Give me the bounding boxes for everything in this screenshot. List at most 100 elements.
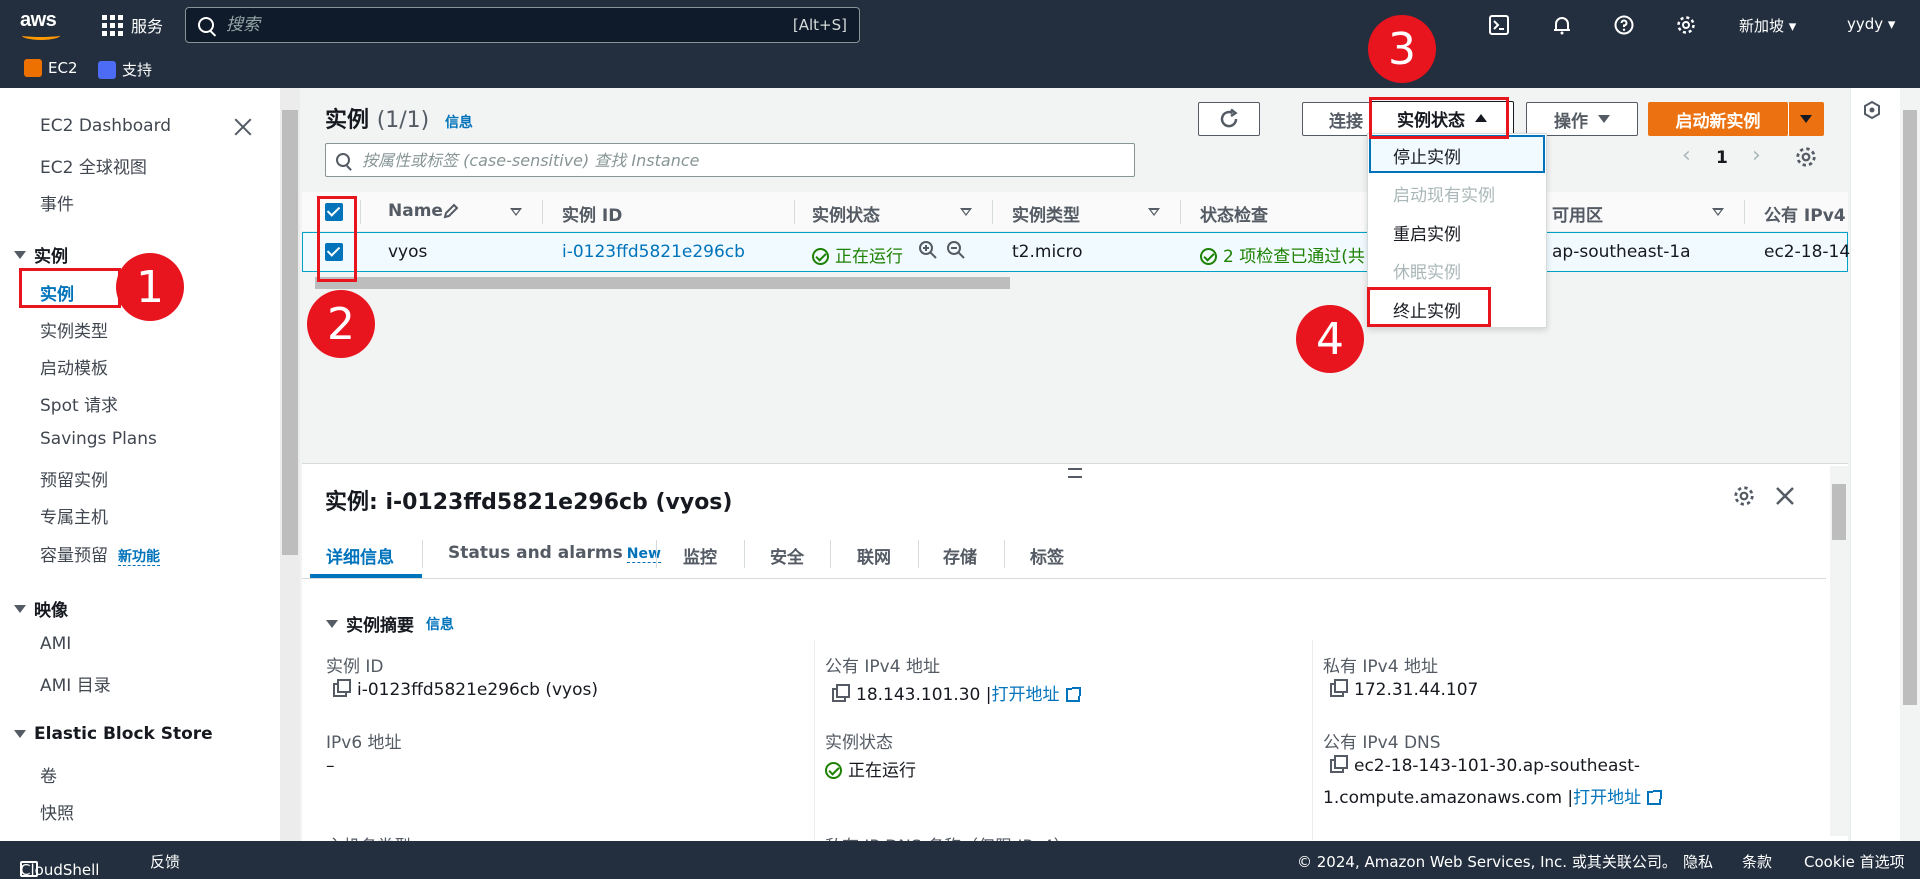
drag-handle-icon[interactable] <box>1068 468 1082 478</box>
sidebar-item-reserved-instances[interactable]: 预留实例 <box>40 466 108 491</box>
tab-details[interactable]: 详细信息 <box>326 543 394 568</box>
tab-divider <box>302 578 1826 579</box>
column-header-az[interactable]: 可用区 <box>1552 201 1603 226</box>
favorites-bar: EC2 支持 <box>0 50 1920 88</box>
next-page-icon[interactable]: › <box>1752 143 1761 168</box>
favorite-ec2[interactable]: EC2 <box>24 59 78 77</box>
sidebar-item-spot-requests[interactable]: Spot 请求 <box>40 391 118 416</box>
launch-dropdown-button[interactable] <box>1788 102 1824 136</box>
menu-item-stop-label[interactable]: 停止实例 <box>1393 143 1461 168</box>
sort-icon[interactable] <box>960 208 972 216</box>
zoom-out-icon[interactable] <box>946 240 966 265</box>
detail-settings-icon[interactable] <box>1733 485 1755 512</box>
open-address-link[interactable]: 打开地址 <box>992 685 1060 705</box>
edit-icon <box>442 202 460 225</box>
favorite-support[interactable]: 支持 <box>98 59 152 80</box>
page-number[interactable]: 1 <box>1716 148 1728 168</box>
privacy-link[interactable]: 隐私 <box>1683 851 1713 872</box>
column-header-state[interactable]: 实例状态 <box>812 201 880 226</box>
global-search[interactable]: [Alt+S] <box>185 7 860 43</box>
services-menu[interactable]: 服务 <box>102 13 163 37</box>
annotation-step-3: 3 <box>1368 15 1436 83</box>
table-settings-icon[interactable] <box>1795 146 1817 173</box>
sidebar-item-capacity[interactable]: 容量预留 新功能 <box>40 541 160 566</box>
tab-monitoring[interactable]: 监控 <box>683 543 717 568</box>
filter-input[interactable] <box>362 150 1124 170</box>
sidebar-item-launch-templates[interactable]: 启动模板 <box>40 354 108 379</box>
actions-button[interactable]: 操作 <box>1526 102 1638 136</box>
menu-item-reboot[interactable]: 重启实例 <box>1393 220 1461 245</box>
user-menu[interactable]: yydy ▾ <box>1847 15 1895 33</box>
info-link[interactable]: 信息 <box>426 614 454 634</box>
column-header-instance-id[interactable]: 实例 ID <box>562 201 622 226</box>
prev-page-icon[interactable]: ‹ <box>1682 143 1691 168</box>
close-icon[interactable] <box>232 116 254 138</box>
sidebar-item-global-view[interactable]: EC2 全球视图 <box>40 153 147 178</box>
caret-down-icon <box>326 619 338 628</box>
table-scrollbar-thumb[interactable] <box>315 277 1010 289</box>
bell-icon[interactable] <box>1551 14 1573 36</box>
sidebar-item-savings-plans[interactable]: Savings Plans <box>40 429 157 449</box>
column-header-type[interactable]: 实例类型 <box>1012 201 1080 226</box>
cloud-icon[interactable] <box>1862 100 1882 125</box>
sidebar-section-instances[interactable]: 实例 <box>14 242 68 267</box>
public-ip-label: 公有 IPv4 地址 <box>825 657 940 677</box>
page-scrollbar-thumb[interactable] <box>1903 110 1917 705</box>
gear-icon[interactable] <box>1675 14 1697 36</box>
zoom-in-icon[interactable] <box>918 240 938 265</box>
sort-icon[interactable] <box>1148 208 1160 216</box>
sidebar-item-events[interactable]: 事件 <box>40 190 74 215</box>
sidebar-section-images[interactable]: 映像 <box>14 596 68 621</box>
refresh-button[interactable] <box>1198 102 1260 136</box>
search-icon <box>198 17 214 33</box>
caret-down-icon <box>1800 115 1812 123</box>
cookie-preferences-link[interactable]: Cookie 首选项 <box>1804 851 1905 872</box>
column-header-status-check[interactable]: 状态检查 <box>1200 201 1268 226</box>
sidebar-item-dedicated-hosts[interactable]: 专属主机 <box>40 503 108 528</box>
tab-tags[interactable]: 标签 <box>1030 543 1064 568</box>
sort-icon[interactable] <box>1712 208 1724 216</box>
external-link-icon[interactable] <box>1065 687 1081 702</box>
sidebar-item-dashboard[interactable]: EC2 Dashboard <box>40 116 171 136</box>
search-input[interactable] <box>226 15 793 35</box>
hostname-type-label: 主机名类型 <box>326 832 411 841</box>
copy-icon[interactable] <box>1330 679 1348 697</box>
open-address-link[interactable]: 打开地址 <box>1573 788 1641 808</box>
region-selector[interactable]: 新加坡 ▾ <box>1739 15 1796 36</box>
instance-summary-header[interactable]: 实例摘要 信息 <box>326 611 454 636</box>
terms-link[interactable]: 条款 <box>1742 851 1772 872</box>
help-icon[interactable] <box>1613 14 1635 36</box>
copy-icon[interactable] <box>333 679 351 697</box>
cell-state: 正在运行 <box>812 242 903 267</box>
cloudshell-icon[interactable] <box>1488 14 1510 36</box>
sidebar-scrollbar-thumb[interactable] <box>282 110 298 555</box>
detail-scrollbar-thumb[interactable] <box>1832 484 1846 540</box>
search-icon <box>336 153 350 167</box>
sort-icon[interactable] <box>510 208 522 216</box>
column-header-name[interactable]: Name <box>388 201 443 221</box>
launch-instance-button[interactable]: 启动新实例 <box>1648 102 1788 136</box>
selected-count: (1/1) <box>376 108 430 133</box>
sidebar-section-ebs[interactable]: Elastic Block Store <box>14 724 213 744</box>
sidebar-item-volumes[interactable]: 卷 <box>40 762 57 787</box>
external-link-icon[interactable] <box>1647 790 1663 805</box>
copy-icon[interactable] <box>1330 755 1348 773</box>
tab-status-alarms[interactable]: Status and alarms New <box>448 543 661 563</box>
tab-security[interactable]: 安全 <box>770 543 804 568</box>
detail-close-icon[interactable] <box>1775 486 1795 511</box>
info-link[interactable]: 信息 <box>445 115 473 131</box>
tab-networking[interactable]: 联网 <box>857 543 891 568</box>
feedback-link[interactable]: 反馈 <box>150 851 180 872</box>
capacity-label: 容量预留 <box>40 546 108 566</box>
sidebar-item-ami[interactable]: AMI <box>40 634 71 654</box>
filter-box[interactable] <box>325 143 1135 177</box>
sidebar-item-ami-catalog[interactable]: AMI 目录 <box>40 671 111 696</box>
copy-icon[interactable] <box>832 684 850 702</box>
sidebar-item-instance-types[interactable]: 实例类型 <box>40 317 108 342</box>
cell-instance-id[interactable]: i-0123ffd5821e296cb <box>562 242 745 262</box>
annotation-step-1: 1 <box>116 253 184 321</box>
aws-logo[interactable]: aws <box>20 9 64 41</box>
sidebar-item-snapshots[interactable]: 快照 <box>40 799 74 824</box>
table-row[interactable]: vyos i-0123ffd5821e296cb 正在运行 t2.micro 2… <box>302 232 1861 272</box>
tab-storage[interactable]: 存储 <box>943 543 977 568</box>
